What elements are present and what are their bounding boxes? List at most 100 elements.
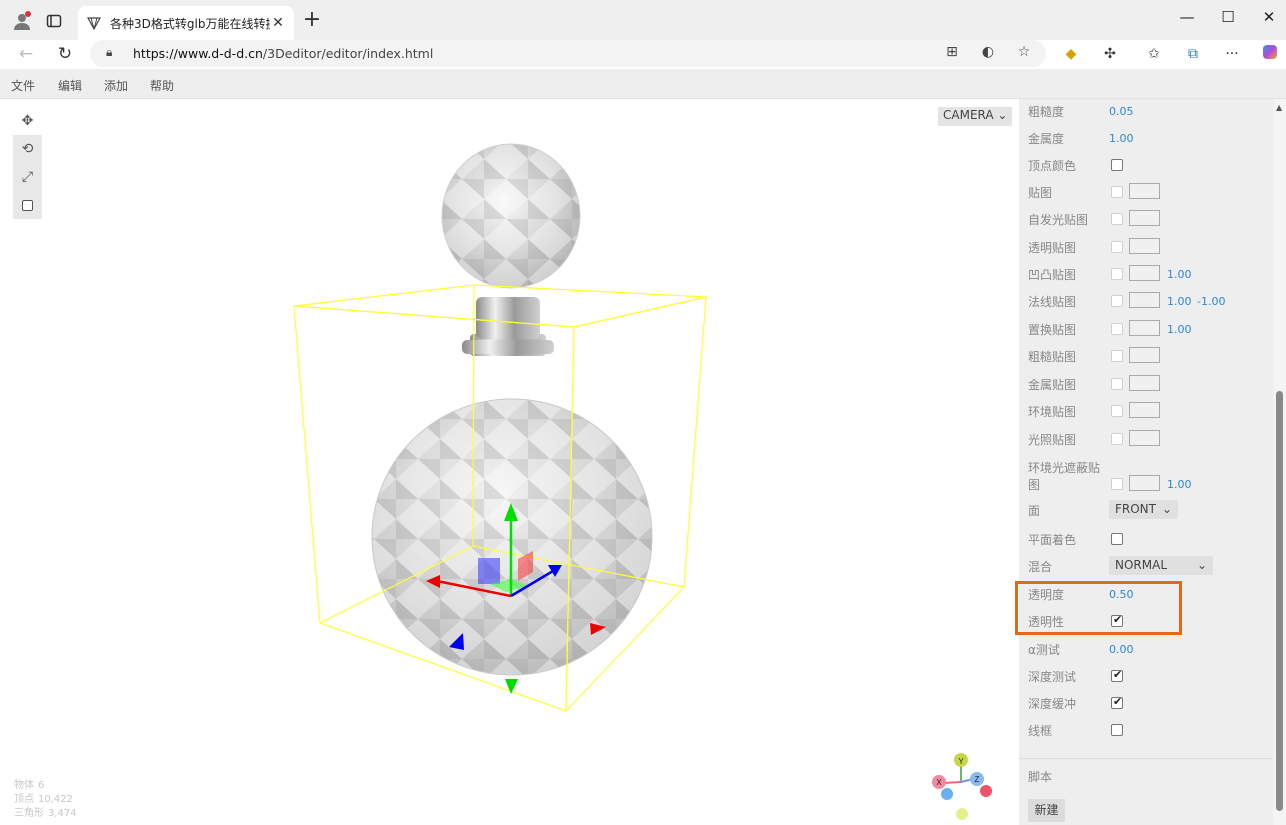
map-label: 贴图 [1028,186,1053,200]
alpha-map-checkbox[interactable] [1111,241,1123,253]
displacement-map-checkbox[interactable] [1111,323,1123,335]
roughness-map-checkbox[interactable] [1111,350,1123,362]
light-map-checkbox[interactable] [1111,433,1123,445]
3d-viewport[interactable]: Y Z X ✥ ⟲ ⤢ CAMERA ⌄ 物体 6 顶点 10,422 三角形 3,4… [0,99,1018,825]
displacement-map-row: 置换贴图 1.00 [1028,318,1268,340]
new-tab-icon[interactable]: + [300,9,324,33]
roughness-map-label: 粗糙贴图 [1028,350,1077,364]
maximize-icon[interactable]: ☐ [1214,8,1242,32]
metalness-map-label: 金属贴图 [1028,378,1077,392]
back-icon[interactable]: ← [14,42,38,66]
normal-scale-y-value[interactable]: -1.00 [1197,295,1225,308]
refresh-icon[interactable]: ↻ [53,42,77,66]
alpha-test-value[interactable]: 0.00 [1109,643,1134,656]
rotate-tool-icon[interactable]: ⟲ [13,135,42,163]
view-helper-y-label: Y [958,757,964,766]
orientation-view-helper[interactable]: Y Z X [932,753,992,820]
vertices-label: 顶点 [14,794,34,805]
roughness-row: 粗糙度 0.05 [1028,100,1268,122]
close-window-icon[interactable]: ✕ [1255,8,1283,32]
lock-icon: 🔒︎ [106,45,113,59]
blending-label: 混合 [1028,560,1053,574]
scale-tool-icon[interactable]: ⤢ [13,163,42,191]
ao-map-slot[interactable] [1129,475,1160,491]
metalness-map-checkbox[interactable] [1111,378,1123,390]
more-options-icon[interactable]: ··· [1221,43,1243,65]
favorite-star-icon[interactable]: ☆ [1014,44,1034,64]
bump-map-checkbox[interactable] [1111,268,1123,280]
depth-test-checkbox[interactable] [1111,668,1123,682]
map-checkbox[interactable] [1111,186,1123,198]
profile-icon[interactable] [10,9,34,33]
translate-tool-icon[interactable]: ✥ [13,107,42,135]
metalness-value[interactable]: 1.00 [1109,132,1134,145]
depth-write-checkbox[interactable] [1111,695,1123,709]
collections-icon[interactable]: ⧉ [1182,43,1204,65]
wireframe-checkbox[interactable] [1111,724,1123,736]
side-select[interactable]: FRONT ⌄ [1109,500,1178,519]
ao-intensity-value[interactable]: 1.00 [1167,478,1192,491]
view-helper-z-label: Z [975,775,980,784]
triangles-label: 三角形 [14,808,44,819]
normal-scale-x-value[interactable]: 1.00 [1167,295,1192,308]
extensions-puzzle-icon[interactable]: ✣ [1099,43,1121,65]
panel-scrollbar[interactable]: ▲ [1273,99,1286,825]
menu-file[interactable]: 文件 [11,77,35,94]
scroll-up-icon[interactable]: ▲ [1276,103,1282,112]
flat-shading-checkbox[interactable] [1111,533,1123,545]
normal-map-checkbox[interactable] [1111,295,1123,307]
roughness-label: 粗糙度 [1028,105,1065,119]
tab-actions-icon[interactable] [42,9,66,33]
camera-select[interactable]: CAMERA ⌄ [938,107,1013,126]
roughness-map-row: 粗糙贴图 [1028,345,1268,367]
scene-canvas[interactable]: Y Z X [0,99,1018,825]
minimize-icon[interactable]: — [1173,8,1201,32]
env-map-checkbox[interactable] [1111,405,1123,417]
alpha-test-row: α测试 0.00 [1028,638,1268,660]
displacement-map-slot[interactable] [1129,320,1160,336]
normal-map-slot[interactable] [1129,292,1160,308]
metalness-map-slot[interactable] [1129,375,1160,391]
alpha-map-slot[interactable] [1129,238,1160,254]
scrollbar-thumb[interactable] [1276,391,1283,811]
local-space-toggle[interactable] [13,191,42,219]
copilot-icon[interactable] [1259,43,1281,65]
local-space-checkbox[interactable] [22,199,33,211]
immersive-reader-icon[interactable]: ◐ [978,44,998,64]
vertex-colors-row: 顶点颜色 [1028,154,1268,176]
chevron-down-icon: ⌄ [1161,502,1172,516]
map-slot[interactable] [1129,183,1160,199]
menu-help[interactable]: 帮助 [150,77,174,94]
objects-count: 6 [38,780,45,791]
displacement-scale-value[interactable]: 1.00 [1167,323,1192,336]
alpha-map-row: 透明贴图 [1028,236,1268,258]
site-favicon-icon [86,15,102,31]
menu-edit[interactable]: 编辑 [58,77,82,94]
ao-map-label: 环境光遮蔽贴图 [1028,461,1101,492]
bump-scale-value[interactable]: 1.00 [1167,268,1192,281]
blending-select[interactable]: NORMAL ⌄ [1109,556,1213,575]
browser-tab[interactable]: 各种3D格式转glb万能在线转换器 ✕ [78,6,294,40]
roughness-map-slot[interactable] [1129,347,1160,363]
read-aloud-icon[interactable]: ⊞ [942,44,962,64]
blending-row: 混合 NORMAL ⌄ [1028,555,1268,577]
address-bar[interactable]: 🔒︎ https://www.d-d-d.cn/3Deditor/editor/… [90,40,1046,67]
emissive-map-slot[interactable] [1129,210,1160,226]
env-map-slot[interactable] [1129,402,1160,418]
menu-add[interactable]: 添加 [104,77,128,94]
vertices-count: 10,422 [38,794,73,805]
depth-write-label: 深度缓冲 [1028,697,1077,711]
roughness-value[interactable]: 0.05 [1109,105,1134,118]
ao-map-checkbox[interactable] [1111,478,1123,490]
vertex-colors-checkbox[interactable] [1111,159,1123,171]
bump-map-slot[interactable] [1129,265,1160,281]
emissive-map-checkbox[interactable] [1111,213,1123,225]
emissive-map-label: 自发光贴图 [1028,213,1089,227]
light-map-slot[interactable] [1129,430,1160,446]
view-helper-x-label: X [936,778,942,787]
favorites-icon[interactable]: ✩ [1143,43,1165,65]
new-script-button[interactable]: 新建 [1028,799,1065,822]
close-tab-icon[interactable]: ✕ [270,15,286,31]
extension-icon[interactable]: ◆ [1060,43,1082,65]
tab-title: 各种3D格式转glb万能在线转换器 [110,16,270,31]
